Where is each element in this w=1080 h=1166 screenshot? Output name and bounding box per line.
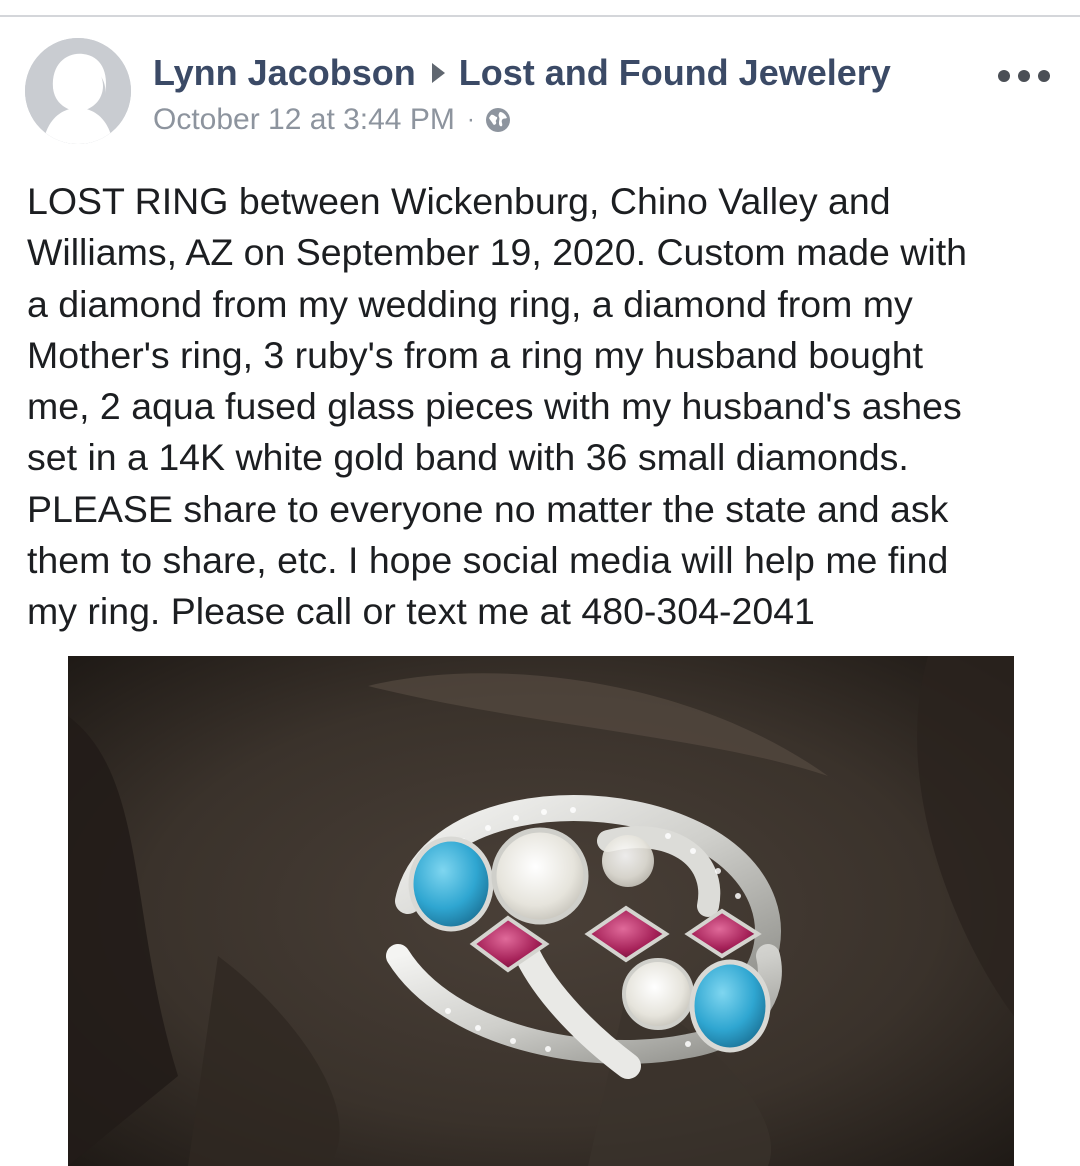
ring-photo-illustration [68,656,1014,1166]
more-options-button[interactable] [998,64,1050,88]
post-text-line: set in a 14K white gold band with 36 sma… [27,436,909,479]
post-text-line: Mother's ring, 3 ruby's from a ring my h… [27,333,924,376]
post-text-line: Williams, AZ on September 19, 2020. Cust… [27,231,967,274]
post-text-line: my ring. Please call or text me at 480-3… [27,590,815,633]
post-text-line: them to share, etc. I hope social media … [27,539,949,582]
avatar[interactable] [25,38,131,144]
top-divider [0,15,1080,17]
post-timestamp-link[interactable]: October 12 at 3:44 PM [153,103,455,137]
author-name-link[interactable]: Lynn Jacobson [153,52,416,94]
post-text-line: me, 2 aqua fused glass pieces with my hu… [27,385,962,428]
meta-separator: · [466,106,475,133]
more-options-icon [1018,70,1030,82]
default-avatar-icon [25,38,131,144]
post-text-line: PLEASE share to everyone no matter the s… [27,487,949,530]
post-body-text: LOST RING between Wickenburg, Chino Vall… [27,176,1057,638]
more-options-icon [1038,70,1050,82]
post-text-line: a diamond from my wedding ring, a diamon… [27,282,913,325]
globe-icon[interactable] [485,107,511,133]
post-header-title: Lynn Jacobson Lost and Found Jewelery [153,50,891,96]
right-arrow-icon [431,63,445,83]
post-photo[interactable] [68,656,1014,1166]
group-name-link[interactable]: Lost and Found Jewelery [459,52,891,94]
post-text-line: LOST RING between Wickenburg, Chino Vall… [27,180,891,222]
more-options-icon [998,70,1010,82]
post-meta: October 12 at 3:44 PM · [153,100,511,140]
